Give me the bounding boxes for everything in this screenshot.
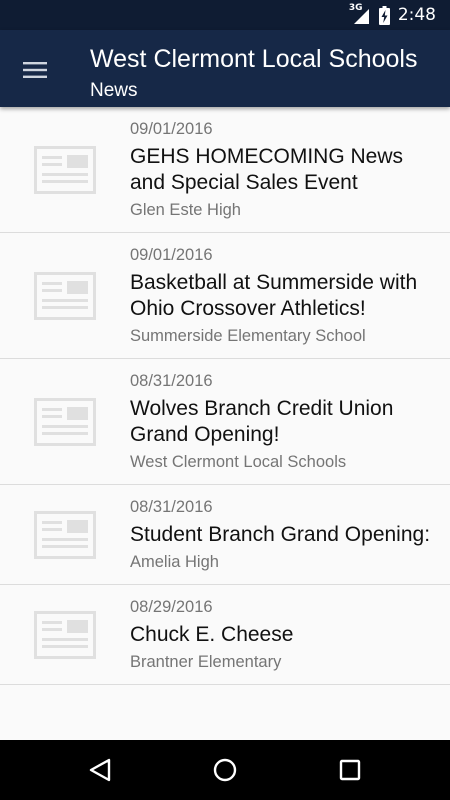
news-item[interactable]: 08/31/2016 Wolves Branch Credit Union Gr… xyxy=(0,359,450,485)
battery-charging-icon xyxy=(378,5,390,25)
hamburger-menu-icon xyxy=(23,62,47,78)
news-item[interactable]: 09/01/2016 Basketball at Summerside with… xyxy=(0,233,450,359)
news-item[interactable]: 08/31/2016 Student Branch Grand Opening:… xyxy=(0,485,450,585)
news-title: Chuck E. Cheese xyxy=(130,623,294,646)
back-triangle-icon xyxy=(89,758,111,782)
navigation-bar xyxy=(0,740,450,800)
newspaper-icon xyxy=(34,271,96,320)
news-source: Glen Este High xyxy=(130,201,241,219)
news-title: Basketball at Summerside with Ohio Cross… xyxy=(130,271,418,320)
news-source: Summerside Elementary School xyxy=(130,327,366,345)
status-time: 2:48 xyxy=(397,5,436,25)
news-source: Amelia High xyxy=(130,553,219,571)
news-date: 08/29/2016 xyxy=(130,598,213,616)
recents-button[interactable] xyxy=(335,755,365,785)
news-date: 09/01/2016 xyxy=(130,120,213,138)
news-date: 08/31/2016 xyxy=(130,372,213,390)
menu-button[interactable] xyxy=(14,50,56,90)
recents-square-icon xyxy=(339,759,361,781)
back-button[interactable] xyxy=(85,755,115,785)
news-list: 09/01/2016 GEHS HOMECOMING News and Spec… xyxy=(0,107,450,740)
news-item[interactable]: 08/29/2016 Chuck E. Cheese Brantner Elem… xyxy=(0,585,450,685)
news-title: Student Branch Grand Opening: xyxy=(130,523,431,546)
news-source: West Clermont Local Schools xyxy=(130,453,347,471)
app-title: West Clermont Local Schools xyxy=(90,45,418,73)
app-bar: West Clermont Local Schools News xyxy=(0,30,450,107)
home-button[interactable] xyxy=(210,755,240,785)
news-title: GEHS HOMECOMING News and Special Sales E… xyxy=(130,145,404,194)
newspaper-icon xyxy=(34,510,96,559)
news-date: 09/01/2016 xyxy=(130,246,213,264)
news-item[interactable]: 09/01/2016 GEHS HOMECOMING News and Spec… xyxy=(0,107,450,233)
home-circle-icon xyxy=(213,758,237,782)
newspaper-icon xyxy=(34,397,96,446)
news-source: Brantner Elementary xyxy=(130,653,282,671)
news-title: Wolves Branch Credit Union Grand Opening… xyxy=(130,397,394,446)
newspaper-icon xyxy=(34,610,96,659)
newspaper-icon xyxy=(34,145,96,194)
cell-signal-icon: 3G xyxy=(349,3,371,25)
news-date: 08/31/2016 xyxy=(130,498,213,516)
app-subtitle: News xyxy=(90,80,138,101)
status-bar: 3G 2:48 xyxy=(0,0,450,30)
